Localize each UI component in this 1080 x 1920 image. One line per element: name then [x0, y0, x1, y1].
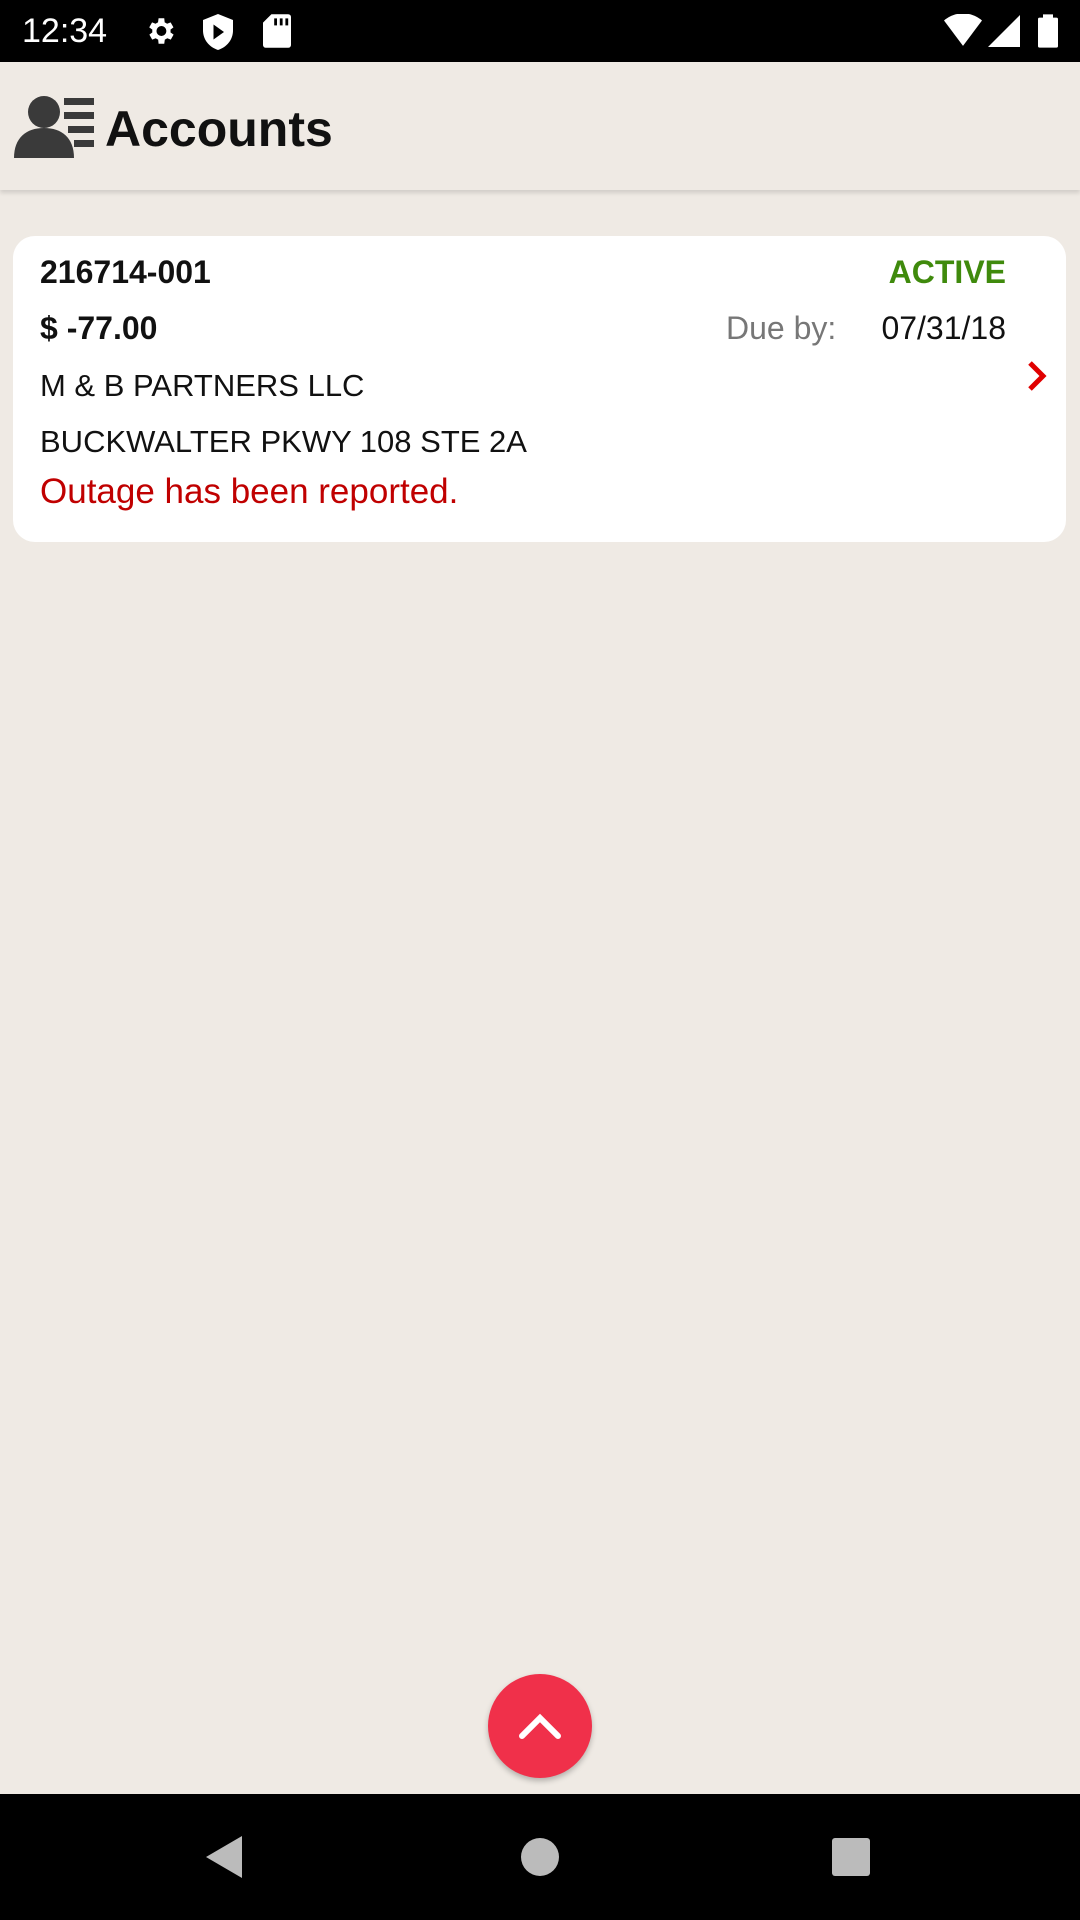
- app-header: Accounts: [0, 62, 1080, 190]
- accounts-icon: [14, 96, 94, 158]
- chevron-right-icon[interactable]: [1026, 360, 1048, 392]
- due-label: Due by:: [726, 310, 837, 346]
- due-date: 07/31/18: [881, 310, 1006, 346]
- home-icon[interactable]: [520, 1837, 560, 1877]
- signal-icon: [988, 15, 1020, 47]
- navigation-bar: [0, 1794, 1080, 1920]
- clock: 12:34: [22, 12, 108, 50]
- sd-card-icon: [263, 14, 291, 48]
- gear-icon: [149, 18, 174, 44]
- wifi-icon: [944, 14, 982, 46]
- shield-play-icon: [203, 14, 233, 50]
- account-address: BUCKWALTER PKWY 108 STE 2A: [40, 424, 527, 459]
- status-bar: 12:34: [0, 0, 1080, 62]
- status-badge: ACTIVE: [888, 254, 1006, 290]
- recents-icon[interactable]: [831, 1837, 871, 1877]
- account-balance: $ -77.00: [40, 310, 158, 346]
- chevron-up-icon: [519, 1713, 561, 1739]
- page-title: Accounts: [105, 101, 333, 157]
- outage-alert: Outage has been reported.: [40, 472, 459, 511]
- account-number: 216714-001: [40, 254, 211, 290]
- back-icon[interactable]: [204, 1834, 244, 1880]
- account-name: M & B PARTNERS LLC: [40, 368, 365, 403]
- scroll-top-button[interactable]: [488, 1674, 592, 1778]
- battery-icon: [1038, 14, 1058, 48]
- account-card[interactable]: 216714-001 ACTIVE $ -77.00 Due by: 07/31…: [13, 236, 1066, 542]
